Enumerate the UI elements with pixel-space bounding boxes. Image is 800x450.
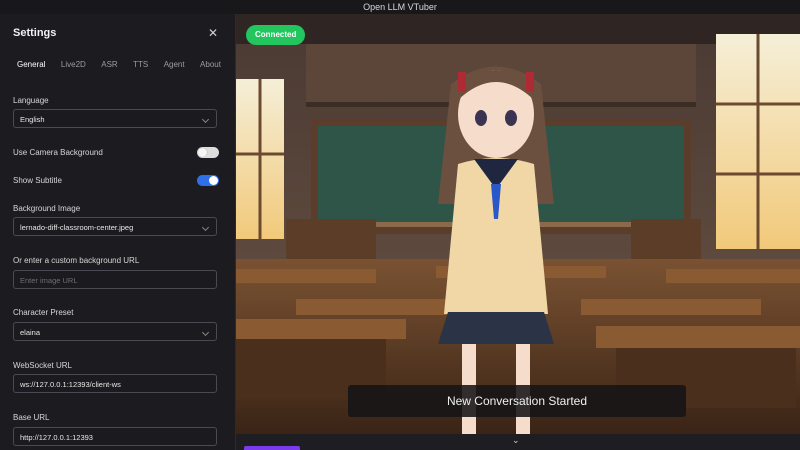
settings-tabs: General Live2D ASR TTS Agent About: [13, 60, 225, 74]
chevron-down-icon[interactable]: ⌄: [512, 435, 520, 446]
custom-bg-url-label: Or enter a custom background URL: [13, 256, 140, 265]
classroom-background: [236, 14, 800, 434]
base-url-label: Base URL: [13, 413, 50, 422]
subtitle-text: New Conversation Started: [446, 394, 588, 408]
custom-bg-url-placeholder: Enter image URL: [20, 276, 78, 285]
tab-agent[interactable]: Agent: [160, 60, 189, 74]
tab-live2d[interactable]: Live2D: [57, 60, 90, 74]
subtitle-box: New Conversation Started: [348, 385, 686, 417]
language-label: Language: [13, 96, 49, 105]
bottom-panel-bar: ⌄: [236, 434, 800, 450]
show-subtitle-label: Show Subtitle: [13, 176, 62, 185]
settings-title: Settings: [13, 27, 57, 39]
language-value: English: [20, 115, 45, 124]
window-title: Open LLM VTuber: [363, 2, 437, 12]
background-image-select[interactable]: lernado-diff-classroom-center.jpeg: [13, 217, 217, 236]
tab-general[interactable]: General: [13, 60, 49, 74]
close-icon[interactable]: ✕: [208, 26, 218, 40]
input-tab-indicator[interactable]: [244, 446, 300, 450]
toggle-knob: [209, 176, 218, 185]
character-preset-label: Character Preset: [13, 308, 74, 317]
custom-bg-url-input[interactable]: Enter image URL: [13, 270, 217, 289]
camera-background-label: Use Camera Background: [13, 148, 103, 157]
tab-about[interactable]: About: [196, 60, 225, 74]
background-image-value: lernado-diff-classroom-center.jpeg: [20, 223, 134, 232]
websocket-url-input[interactable]: ws://127.0.0.1:12393/client-ws: [13, 374, 217, 393]
settings-panel: Settings ✕ General Live2D ASR TTS Agent …: [0, 14, 236, 450]
language-select[interactable]: English: [13, 109, 217, 128]
camera-background-toggle[interactable]: [197, 147, 219, 158]
base-url-value: http://127.0.0.1:12393: [20, 433, 93, 442]
settings-header: Settings ✕: [13, 26, 223, 41]
character-preset-value: elaina: [20, 328, 41, 337]
connection-status-badge: Connected: [246, 25, 306, 45]
base-url-input[interactable]: http://127.0.0.1:12393: [13, 427, 217, 446]
background-image-label: Background Image: [13, 204, 81, 213]
websocket-url-value: ws://127.0.0.1:12393/client-ws: [20, 380, 121, 389]
connection-status-text: Connected: [255, 30, 297, 39]
toggle-knob: [198, 148, 207, 157]
window-titlebar: Open LLM VTuber: [0, 0, 800, 14]
show-subtitle-toggle[interactable]: [197, 175, 219, 186]
tab-tts[interactable]: TTS: [129, 60, 152, 74]
live2d-stage[interactable]: Connected New Conversation Started: [236, 14, 800, 434]
tab-asr[interactable]: ASR: [97, 60, 121, 74]
character-preset-select[interactable]: elaina: [13, 322, 217, 341]
websocket-url-label: WebSocket URL: [13, 361, 72, 370]
